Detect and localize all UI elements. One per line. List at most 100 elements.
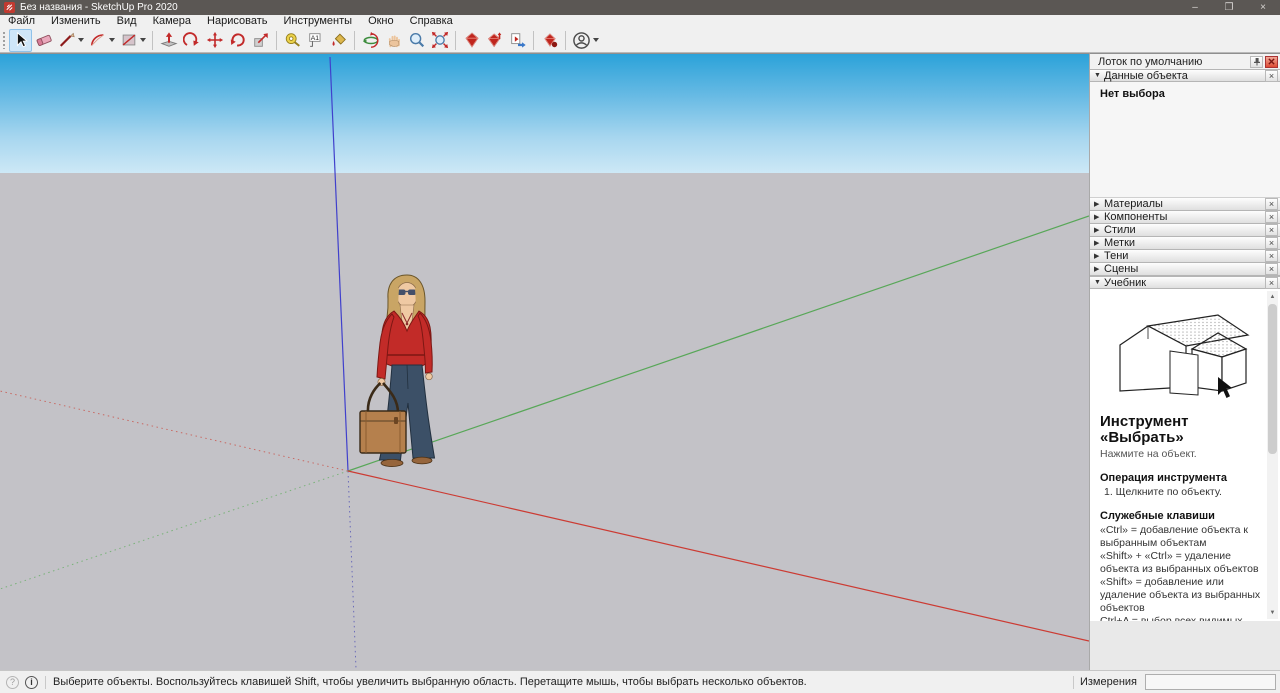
blue-axis-negative [348, 471, 356, 669]
tray-pin-button[interactable] [1250, 56, 1263, 68]
panel-header-components[interactable]: ▶ Компоненты × [1090, 211, 1280, 224]
entity-info-body: Нет выбора [1090, 82, 1280, 198]
zoom-extents-tool-button[interactable] [428, 29, 451, 52]
menu-camera[interactable]: Камера [145, 15, 199, 28]
chevron-down-icon: ▼ [1094, 72, 1104, 79]
account-button[interactable] [570, 29, 593, 52]
paint-bucket-icon [330, 31, 348, 49]
extension-warehouse-button[interactable] [538, 29, 561, 52]
line-tool-button[interactable] [55, 29, 78, 52]
panel-header-entity-info[interactable]: ▼ Данные объекта × [1090, 69, 1280, 82]
menu-file[interactable]: Файл [0, 15, 43, 28]
toolbar-separator [276, 31, 277, 50]
scroll-up-icon[interactable]: ▲ [1267, 291, 1278, 303]
person-figure[interactable] [352, 271, 452, 471]
blue-axis-positive [330, 57, 348, 471]
menu-edit[interactable]: Изменить [43, 15, 109, 28]
rotate-tool-button[interactable] [226, 29, 249, 52]
panel-header-instructor[interactable]: ▼ Учебник × [1090, 276, 1280, 289]
panel-close-button[interactable]: × [1265, 224, 1278, 236]
tutorial-keys-title: Служебные клавиши [1100, 510, 1262, 522]
chevron-right-icon: ▶ [1094, 226, 1104, 234]
line-tool-dropdown[interactable] [78, 38, 84, 42]
drawing-axes [0, 54, 1089, 670]
rectangle-tool-dropdown[interactable] [140, 38, 146, 42]
chevron-right-icon: ▶ [1094, 213, 1104, 221]
arc-tool-dropdown[interactable] [109, 38, 115, 42]
minimize-button[interactable]: – [1178, 0, 1212, 15]
measurements-input[interactable] [1145, 674, 1276, 690]
3d-warehouse-gem-icon [463, 31, 481, 49]
tutorial-operation-step: 1. Щелкните по объекту. [1104, 486, 1262, 498]
tutorial-subtitle: Нажмите на объект. [1100, 448, 1262, 460]
account-person-icon [572, 31, 591, 50]
scrollbar-thumb[interactable] [1268, 304, 1277, 454]
close-button[interactable]: × [1246, 0, 1280, 15]
maximize-button[interactable]: ❐ [1212, 0, 1246, 15]
scroll-down-icon[interactable]: ▼ [1267, 607, 1278, 619]
green-axis-positive [348, 216, 1089, 471]
follow-me-icon [183, 31, 201, 49]
3d-warehouse-button[interactable] [460, 29, 483, 52]
panel-close-button[interactable]: × [1265, 70, 1278, 82]
panel-label: Стили [1104, 224, 1265, 236]
panel-header-tags[interactable]: ▶ Метки × [1090, 237, 1280, 250]
tray-close-button[interactable] [1265, 56, 1278, 68]
model-viewport[interactable] [0, 53, 1089, 670]
toolbar-grip[interactable] [2, 31, 6, 49]
panel-header-styles[interactable]: ▶ Стили × [1090, 224, 1280, 237]
toolbar-separator [152, 31, 153, 50]
orbit-icon [362, 31, 380, 49]
panel-close-button[interactable]: × [1265, 277, 1278, 289]
panel-close-button[interactable]: × [1265, 250, 1278, 262]
menu-view[interactable]: Вид [109, 15, 145, 28]
menu-window[interactable]: Окно [360, 15, 402, 28]
menu-bar: Файл Изменить Вид Камера Нарисовать Инст… [0, 15, 1280, 28]
paint-bucket-tool-button[interactable] [327, 29, 350, 52]
panel-close-button[interactable]: × [1265, 211, 1278, 223]
panel-label: Сцены [1104, 263, 1265, 275]
zoom-tool-button[interactable] [405, 29, 428, 52]
menu-tools[interactable]: Инструменты [275, 15, 360, 28]
panel-header-shadows[interactable]: ▶ Тени × [1090, 250, 1280, 263]
text-tool-button[interactable]: A1 [304, 29, 327, 52]
instructor-panel: Инструмент «Выбрать» Нажмите на объект. … [1090, 289, 1280, 621]
pan-tool-button[interactable] [382, 29, 405, 52]
tape-measure-tool-button[interactable] [281, 29, 304, 52]
geolocation-help-icon[interactable]: ? [6, 676, 19, 689]
rectangle-icon [120, 31, 138, 49]
share-component-button[interactable] [506, 29, 529, 52]
select-tool-button[interactable] [9, 29, 32, 52]
select-arrow-icon [12, 31, 30, 49]
scale-tool-button[interactable] [249, 29, 272, 52]
text-label-icon: A1 [307, 31, 325, 49]
sketchup-window: Без названия - SketchUp Pro 2020 – ❐ × Ф… [0, 0, 1280, 693]
scale-icon [252, 31, 270, 49]
move-tool-button[interactable] [203, 29, 226, 52]
panel-header-materials[interactable]: ▶ Материалы × [1090, 198, 1280, 211]
panel-close-button[interactable]: × [1265, 198, 1278, 210]
menu-help[interactable]: Справка [402, 15, 461, 28]
instructor-scrollbar[interactable]: ▲ ▼ [1267, 291, 1278, 619]
tutorial-key-line: «Shift» = добавление или удаление объект… [1100, 576, 1262, 615]
zoom-extents-icon [431, 31, 449, 49]
green-axis-negative [0, 471, 348, 589]
title-bar: Без названия - SketchUp Pro 2020 – ❐ × [0, 0, 1280, 15]
orbit-tool-button[interactable] [359, 29, 382, 52]
panel-header-scenes[interactable]: ▶ Сцены × [1090, 263, 1280, 276]
status-bar: ? i Выберите объекты. Воспользуйтесь кла… [0, 670, 1280, 693]
share-model-button[interactable] [483, 29, 506, 52]
zoom-icon [408, 31, 426, 49]
pan-hand-icon [385, 31, 403, 49]
push-pull-tool-button[interactable] [157, 29, 180, 52]
account-dropdown[interactable] [593, 38, 599, 42]
rectangle-tool-button[interactable] [117, 29, 140, 52]
menu-draw[interactable]: Нарисовать [199, 15, 275, 28]
panel-label: Материалы [1104, 198, 1265, 210]
follow-me-tool-button[interactable] [180, 29, 203, 52]
panel-close-button[interactable]: × [1265, 237, 1278, 249]
info-icon[interactable]: i [25, 676, 38, 689]
arc-tool-button[interactable] [86, 29, 109, 52]
panel-close-button[interactable]: × [1265, 263, 1278, 275]
eraser-tool-button[interactable] [32, 29, 55, 52]
